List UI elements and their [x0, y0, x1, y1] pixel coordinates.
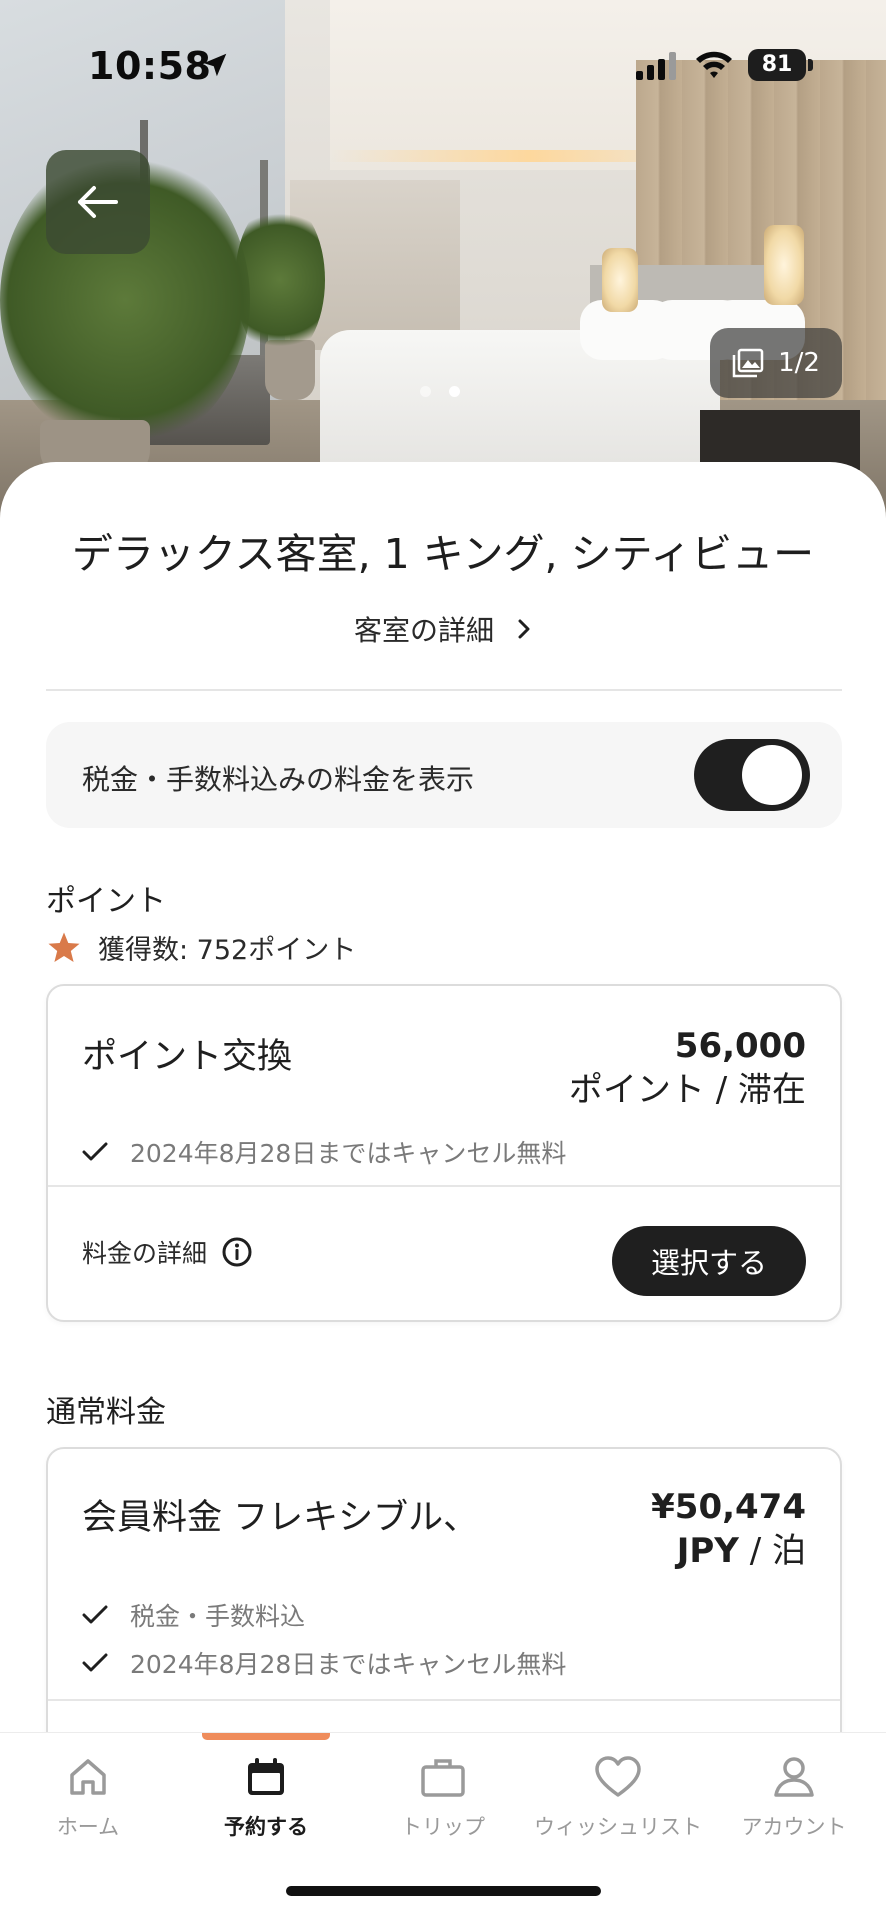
- member-rate-currency: JPY: [676, 1531, 739, 1571]
- photo-lamp: [602, 248, 638, 312]
- tab-home[interactable]: ホーム: [0, 1755, 176, 1841]
- points-rate-card: ポイント交換 56,000 ポイント / 滞在 2024年8月28日まではキャン…: [46, 984, 842, 1322]
- member-rate-price: ¥50,474 JPY / 泊: [651, 1485, 806, 1573]
- wifi-icon: [696, 51, 732, 78]
- gallery-icon: [732, 348, 764, 378]
- points-cancel-text: 2024年8月28日まではキャンセル無料: [130, 1139, 567, 1168]
- star-icon: [48, 931, 80, 962]
- points-rate-title: ポイント交換: [82, 1037, 293, 1077]
- toggle-knob: [742, 745, 802, 805]
- photo-pagination: [420, 386, 460, 397]
- photo-lamp: [764, 225, 804, 305]
- status-bar: 10:58 81: [0, 0, 886, 130]
- back-arrow-icon: [78, 186, 118, 218]
- room-title: デラックス客室, 1 キング, シティビュー: [71, 530, 815, 578]
- member-rate-per: / 泊: [738, 1531, 806, 1571]
- card-divider: [48, 1185, 840, 1187]
- tab-book-label: 予約する: [224, 1815, 308, 1839]
- points-cancel-note: 2024年8月28日まではキャンセル無料: [82, 1134, 566, 1170]
- tab-book[interactable]: 予約する: [178, 1755, 354, 1841]
- photo-nightstand: [700, 410, 860, 470]
- cellular-signal-icon: [636, 52, 676, 80]
- tax-toggle-label: 税金・手数料込みの料金を表示: [82, 763, 475, 796]
- room-details-label: 客室の詳細: [353, 614, 494, 647]
- screen: 10:58 81 1/2 デラックス客室, 1 キング, シティビュー 客室の詳…: [0, 0, 886, 1920]
- checkmark-icon: [82, 1605, 108, 1624]
- fee-details-label: 料金の詳細: [82, 1239, 208, 1268]
- fee-details-link[interactable]: 料金の詳細: [82, 1234, 253, 1270]
- calendar-icon: [248, 1758, 284, 1795]
- pagination-dot[interactable]: [420, 386, 431, 397]
- room-details-link[interactable]: 客室の詳細: [0, 609, 886, 649]
- checkmark-icon: [82, 1653, 108, 1672]
- tab-account[interactable]: アカウント: [706, 1755, 882, 1841]
- member-rate-title: 会員料金 フレキシブル、: [82, 1498, 479, 1538]
- info-icon: [222, 1237, 252, 1267]
- tab-trips-label: トリップ: [401, 1815, 485, 1839]
- heart-icon: [595, 1756, 641, 1797]
- points-amount: 56,000: [674, 1026, 806, 1066]
- points-earn-text: 獲得数: 752ポイント: [98, 935, 357, 966]
- points-heading: ポイント: [46, 884, 166, 919]
- tax-included-note: 税金・手数料込: [82, 1597, 305, 1633]
- points-unit: ポイント / 滞在: [568, 1070, 806, 1110]
- home-icon: [70, 1759, 106, 1795]
- status-time: 10:58: [88, 44, 212, 88]
- gallery-counter: 1/2: [778, 348, 820, 378]
- chevron-right-icon: [518, 619, 530, 639]
- tax-toggle-row: 税金・手数料込みの料金を表示: [46, 722, 842, 828]
- tab-wishlist-label: ウィッシュリスト: [534, 1815, 702, 1839]
- member-cancel-note: 2024年8月28日まではキャンセル無料: [82, 1645, 566, 1681]
- battery-cap: [808, 59, 813, 71]
- checkmark-icon: [82, 1142, 108, 1161]
- tax-included-text: 税金・手数料込: [130, 1602, 306, 1631]
- battery-level: 81: [748, 49, 806, 81]
- points-earn-row: 獲得数: 752ポイント: [46, 928, 356, 967]
- briefcase-icon: [421, 1759, 465, 1797]
- member-cancel-text: 2024年8月28日まではキャンセル無料: [130, 1650, 567, 1679]
- select-button[interactable]: 選択する: [612, 1226, 806, 1296]
- back-button[interactable]: [46, 150, 150, 254]
- tab-trips[interactable]: トリップ: [355, 1755, 531, 1841]
- card-divider: [48, 1699, 840, 1701]
- regular-rates-heading: 通常料金: [46, 1395, 166, 1430]
- tax-toggle-switch[interactable]: [694, 739, 810, 811]
- home-indicator: [286, 1886, 601, 1896]
- location-arrow-icon: [203, 53, 227, 77]
- tab-wishlist[interactable]: ウィッシュリスト: [530, 1755, 706, 1841]
- member-rate-amount: ¥50,474: [651, 1487, 806, 1527]
- divider: [46, 689, 842, 691]
- tab-account-label: アカウント: [741, 1815, 847, 1839]
- pagination-dot-active[interactable]: [449, 386, 460, 397]
- active-tab-indicator: [202, 1733, 330, 1740]
- points-price: 56,000 ポイント / 滞在: [569, 1024, 806, 1112]
- person-icon: [774, 1757, 814, 1797]
- tab-home-label: ホーム: [56, 1815, 120, 1839]
- gallery-button[interactable]: 1/2: [710, 328, 842, 398]
